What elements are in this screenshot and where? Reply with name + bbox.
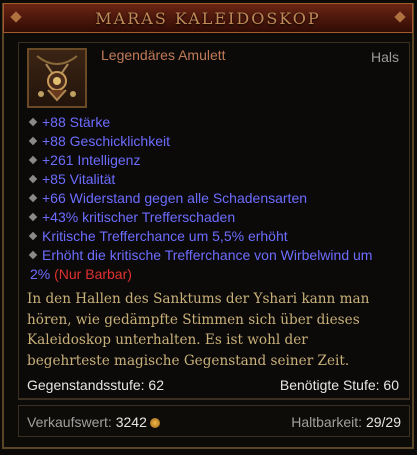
class-restriction: (Nur Barbar): [54, 266, 132, 282]
affix-line: +261 Intelligenz: [28, 151, 395, 170]
affix-line: +88 Stärke: [28, 113, 395, 132]
item-type: Legendäres Amulett: [101, 47, 226, 63]
divider: [18, 398, 410, 399]
item-slot: Hals: [370, 49, 399, 65]
sell-value: Verkaufswert: 3242: [27, 414, 160, 430]
bullet-icon: [28, 212, 38, 222]
affix-line: Erhöht die kritische Trefferchance von W…: [28, 247, 373, 282]
affix-line: +66 Widerstand gegen alle Schadensarten: [28, 189, 395, 208]
amulet-icon: [27, 48, 87, 108]
tooltip-footer: Verkaufswert: 3242 Haltbarkeit: 29/29: [18, 405, 410, 437]
flavor-text: In den Hallen des Sanktums der Yshari ka…: [27, 291, 370, 369]
durability: Haltbarkeit: 29/29: [291, 414, 401, 430]
bullet-icon: [28, 136, 38, 146]
bullet-icon: [28, 117, 38, 127]
bullet-icon: [28, 155, 38, 165]
affix-line: +88 Geschicklichkeit: [28, 132, 395, 151]
required-level: Benötigte Stufe: 60: [279, 377, 399, 393]
tooltip-header: MARAS KALEIDOSKOP: [3, 3, 413, 33]
bullet-icon: [28, 231, 38, 241]
bullet-icon: [28, 174, 38, 184]
item-level: Gegenstandsstufe: 62: [27, 377, 164, 393]
bullet-icon: [28, 250, 38, 260]
gold-coin-icon: [149, 418, 160, 428]
affix-line: Kritische Trefferchance um 5,5% erhöht: [28, 227, 395, 246]
affix-line: +43% kritischer Trefferschaden: [28, 208, 395, 227]
item-title: MARAS KALEIDOSKOP: [95, 9, 321, 28]
bullet-icon: [28, 193, 38, 203]
affix-line: +85 Vitalität: [28, 170, 395, 189]
